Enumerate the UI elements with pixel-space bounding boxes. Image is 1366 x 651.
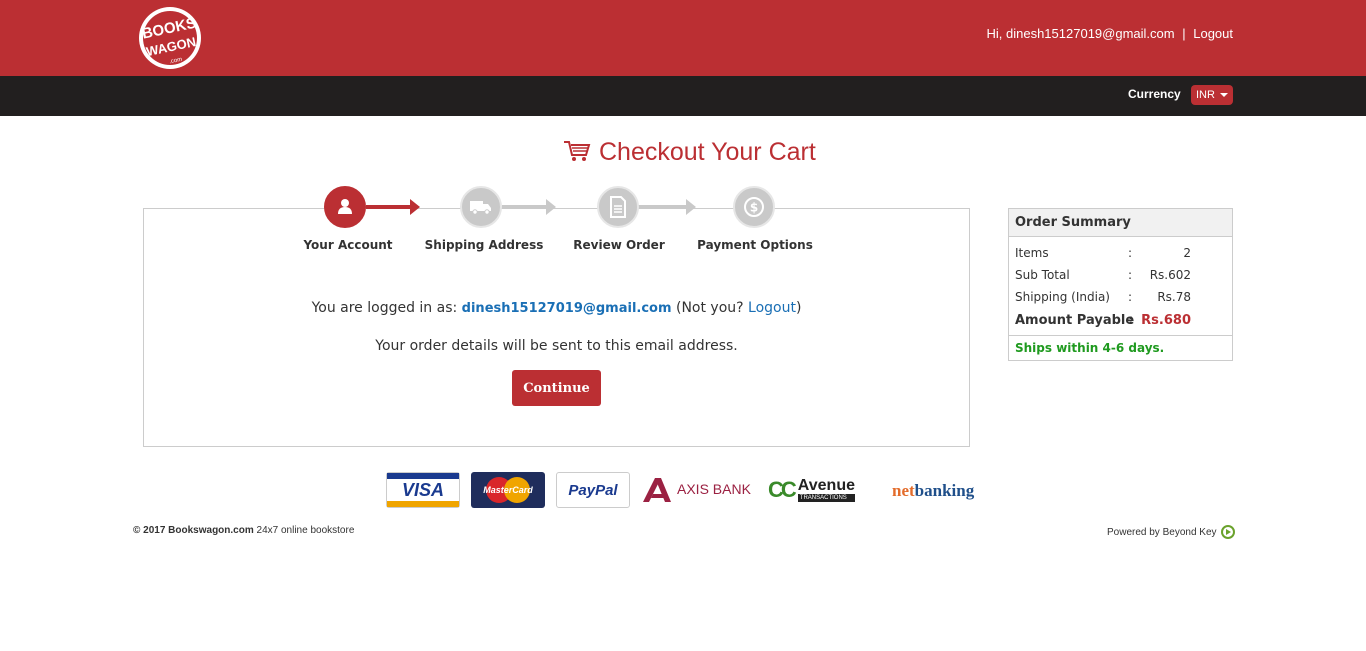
step-shipping-address[interactable] bbox=[460, 186, 502, 228]
user-icon bbox=[338, 199, 352, 214]
summary-value: 2 bbox=[1183, 246, 1191, 260]
document-icon bbox=[610, 196, 626, 218]
beyond-key-logo-icon bbox=[1220, 525, 1235, 539]
cart-icon bbox=[563, 139, 591, 167]
tagline: 24x7 online bookstore bbox=[256, 525, 355, 536]
step-label-your-account: Your Account bbox=[303, 238, 393, 252]
order-summary: Order Summary Items : 2 Sub Total : Rs.6… bbox=[1008, 208, 1233, 361]
step-connector-3 bbox=[638, 205, 688, 209]
svg-text:$: $ bbox=[750, 201, 758, 215]
caret-down-icon bbox=[1219, 93, 1228, 97]
step-label-shipping-address: Shipping Address bbox=[424, 238, 544, 252]
user-area: Hi, dinesh15127019@gmail.com | Logout bbox=[987, 26, 1234, 41]
footer-powered[interactable]: Powered by Beyond Key bbox=[1107, 525, 1235, 539]
ships-info: Ships within 4-6 days. bbox=[1015, 341, 1165, 355]
step-payment-options[interactable]: $ bbox=[733, 186, 775, 228]
summary-value: Rs.680 bbox=[1141, 313, 1191, 328]
summary-value: Rs.78 bbox=[1157, 290, 1191, 304]
arrow-right-icon bbox=[410, 199, 420, 215]
summary-row-items: Items : 2 bbox=[1015, 246, 1227, 262]
not-you-prefix: (Not you? bbox=[675, 300, 744, 316]
continue-button[interactable]: Continue bbox=[512, 370, 601, 406]
currency-value: INR bbox=[1196, 89, 1215, 101]
ccavenue-logo: CC Avenue TRANSACTIONS bbox=[768, 477, 855, 502]
not-you-logout-link[interactable]: Logout bbox=[748, 300, 796, 316]
bookswagon-logo[interactable]: BOOKS WAGON .com bbox=[132, 6, 210, 70]
visa-logo: VISA bbox=[386, 472, 460, 508]
currency-label: Currency bbox=[1128, 87, 1181, 101]
order-summary-title: Order Summary bbox=[1009, 209, 1232, 237]
user-greeting: Hi, dinesh15127019@gmail.com bbox=[986, 26, 1175, 41]
separator: | bbox=[1182, 26, 1186, 41]
dollar-icon: $ bbox=[744, 197, 764, 217]
step-review-order[interactable] bbox=[597, 186, 639, 228]
not-you-suffix: ) bbox=[795, 300, 802, 316]
step-connector-1 bbox=[366, 205, 412, 209]
arrow-right-icon bbox=[546, 199, 556, 215]
logged-in-email: dinesh15127019@gmail.com bbox=[461, 301, 672, 316]
summary-label: Items bbox=[1015, 246, 1049, 260]
summary-colon: : bbox=[1128, 268, 1133, 282]
header-logout-link[interactable]: Logout bbox=[1193, 26, 1233, 41]
currency-select[interactable]: INR bbox=[1191, 85, 1233, 105]
arrow-right-icon bbox=[686, 199, 696, 215]
page-title-wrap: Checkout Your Cart bbox=[563, 138, 816, 167]
summary-value: Rs.602 bbox=[1149, 268, 1191, 282]
footer-copyright: © 2017 Bookswagon.com 24x7 online bookst… bbox=[133, 525, 354, 536]
summary-colon: : bbox=[1128, 313, 1134, 328]
order-note: Your order details will be sent to this … bbox=[375, 338, 738, 354]
summary-row-amount-payable: Amount Payable : Rs.680 bbox=[1015, 313, 1227, 329]
checkout-panel bbox=[143, 208, 970, 447]
summary-label: Amount Payable bbox=[1015, 313, 1135, 328]
netbanking-logo: netbanking bbox=[892, 481, 975, 500]
logged-in-prefix: You are logged in as: bbox=[311, 300, 458, 316]
mastercard-logo: MasterCard bbox=[471, 472, 545, 508]
logged-in-info: You are logged in as: dinesh15127019@gma… bbox=[0, 300, 1113, 316]
summary-colon: : bbox=[1128, 246, 1133, 260]
step-label-payment-options: Payment Options bbox=[697, 238, 813, 252]
svg-text:MasterCard: MasterCard bbox=[483, 485, 533, 495]
summary-label: Sub Total bbox=[1015, 268, 1070, 282]
step-label-review-order: Review Order bbox=[573, 238, 665, 252]
copyright-text: © 2017 Bookswagon.com bbox=[133, 525, 254, 536]
axis-bank-logo: AXIS BANK bbox=[641, 474, 751, 504]
step-connector-2 bbox=[502, 205, 548, 209]
paypal-logo: PayPal bbox=[556, 472, 630, 508]
summary-divider bbox=[1009, 335, 1232, 336]
powered-by-text: Powered by Beyond Key bbox=[1107, 526, 1217, 538]
summary-colon: : bbox=[1128, 290, 1133, 304]
summary-row-shipping: Shipping (India) : Rs.78 bbox=[1015, 290, 1227, 306]
truck-icon bbox=[470, 201, 491, 215]
step-your-account[interactable] bbox=[324, 186, 366, 228]
summary-label: Shipping (India) bbox=[1015, 290, 1110, 304]
page-title: Checkout Your Cart bbox=[599, 138, 816, 166]
summary-row-subtotal: Sub Total : Rs.602 bbox=[1015, 268, 1227, 284]
